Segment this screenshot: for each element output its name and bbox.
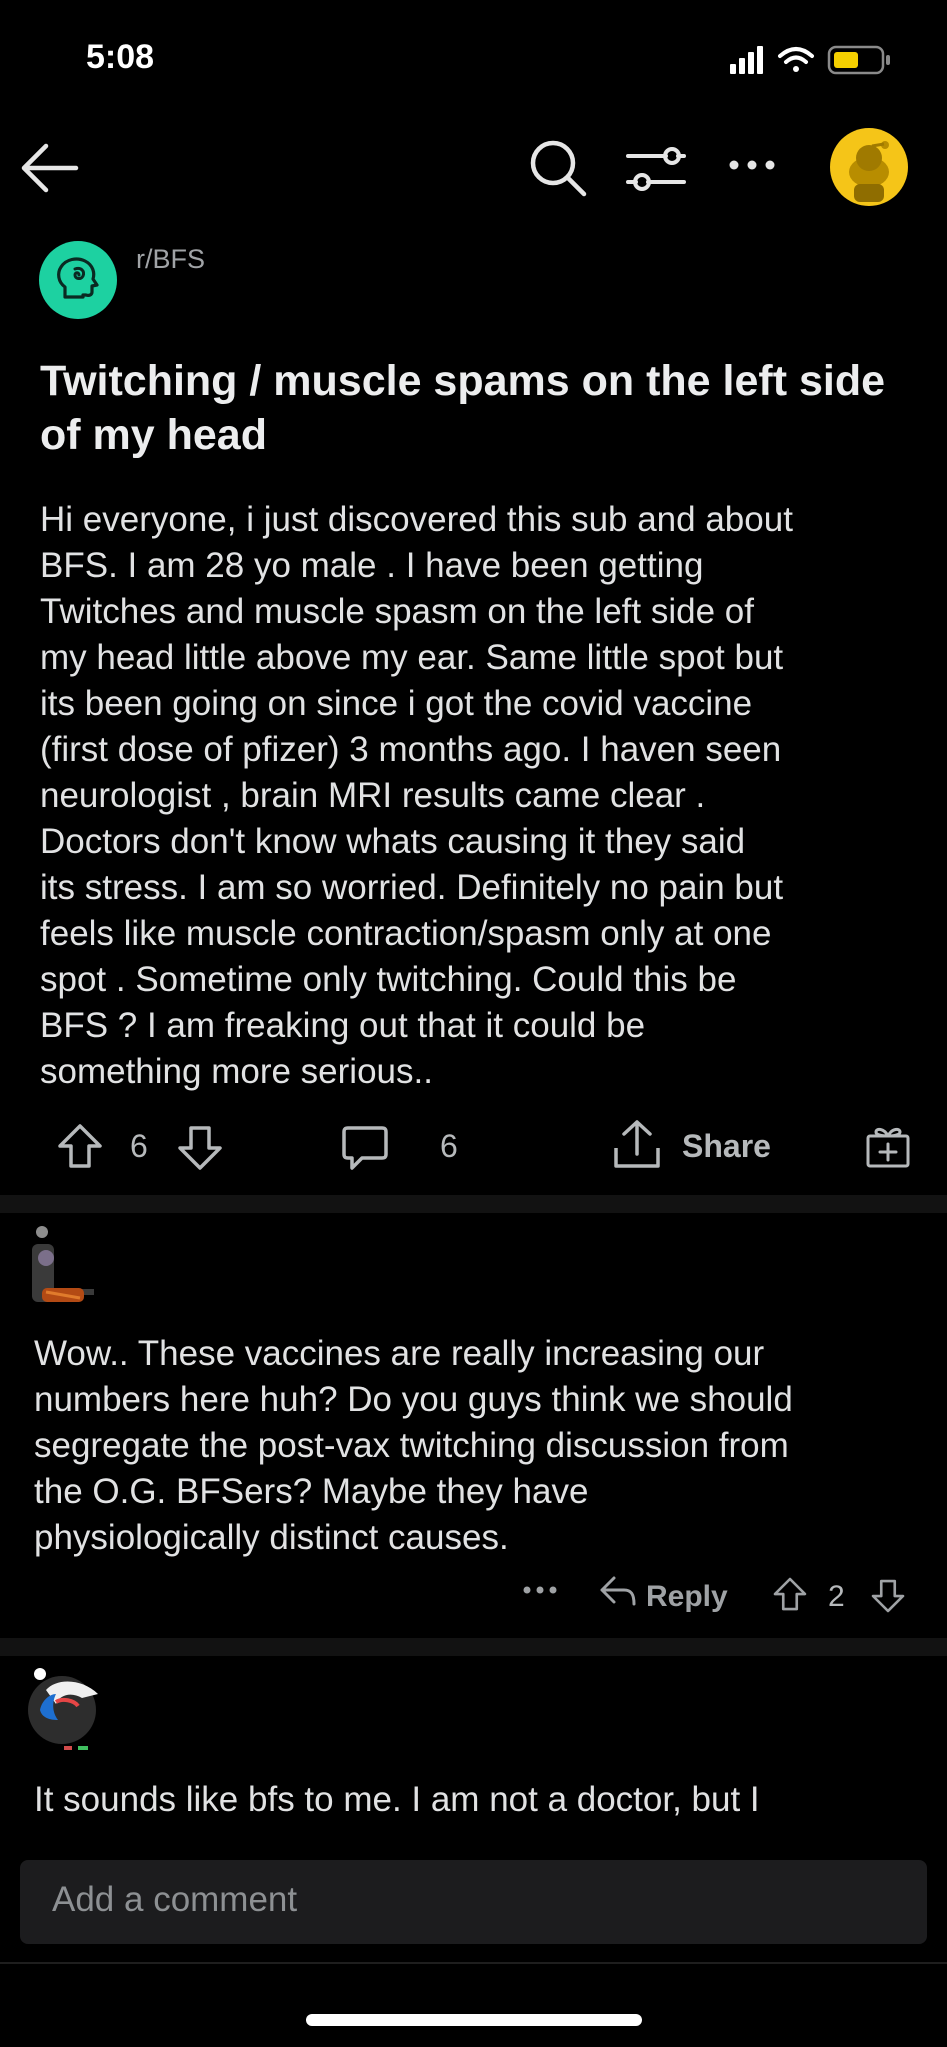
downvote-arrow-icon <box>178 1126 222 1170</box>
signal-icon <box>730 46 763 74</box>
commenter-avatar[interactable] <box>26 1664 106 1756</box>
user-avatar-icon <box>28 1668 98 1750</box>
search-button[interactable] <box>526 136 590 200</box>
reply-label[interactable]: Reply <box>646 1580 728 1614</box>
composer-divider <box>0 1962 947 1964</box>
user-avatar[interactable] <box>830 128 908 206</box>
comment-more-button[interactable] <box>522 1584 558 1596</box>
wifi-icon <box>778 47 814 72</box>
snoo-avatar-icon <box>849 141 889 202</box>
post-title: Twitching / muscle spams on the left sid… <box>40 357 886 459</box>
comment-downvote-button[interactable] <box>870 1578 906 1614</box>
sliders-icon <box>626 147 686 191</box>
back-button[interactable] <box>18 138 80 198</box>
subreddit-icon[interactable] <box>39 241 117 319</box>
search-icon <box>530 140 587 197</box>
comments-button[interactable] <box>340 1124 390 1172</box>
downvote-arrow-icon <box>871 1579 905 1613</box>
share-button[interactable] <box>612 1118 662 1172</box>
downvote-button[interactable] <box>176 1124 224 1172</box>
head-profile-icon <box>57 257 99 299</box>
comment-bubble-icon <box>342 1126 388 1170</box>
upvote-arrow-icon <box>58 1124 102 1168</box>
post-vote-count: 6 <box>130 1128 148 1164</box>
comment-body: It sounds like bfs to me. I am not a doc… <box>34 1780 760 1819</box>
more-options-button[interactable] <box>726 150 782 180</box>
user-avatar-icon <box>32 1226 94 1302</box>
upvote-arrow-icon <box>773 1577 807 1611</box>
arrow-left-icon <box>21 143 79 193</box>
add-comment-placeholder: Add a comment <box>52 1880 298 1919</box>
comment-upvote-button[interactable] <box>772 1576 808 1612</box>
status-time: 5:08 <box>86 38 155 76</box>
section-divider <box>0 1638 947 1656</box>
status-indicators <box>730 44 900 76</box>
share-label[interactable]: Share <box>682 1128 771 1165</box>
sort-filter-button[interactable] <box>624 140 688 198</box>
award-button[interactable] <box>864 1122 912 1170</box>
gift-icon <box>866 1127 910 1168</box>
comment-count: 6 <box>440 1128 458 1164</box>
commenter-avatar[interactable] <box>28 1222 102 1312</box>
share-icon <box>614 1120 660 1168</box>
comment-vote-count: 2 <box>828 1580 845 1613</box>
reply-arrow-icon <box>600 1576 636 1606</box>
more-horizontal-icon <box>729 160 775 170</box>
home-indicator[interactable] <box>306 2014 642 2026</box>
reply-button[interactable] <box>598 1574 638 1608</box>
upvote-button[interactable] <box>56 1122 104 1170</box>
comment-body: Wow.. These vaccines are really increasi… <box>34 1334 793 1557</box>
post-body: Hi everyone, i just discovered this sub … <box>40 500 793 1091</box>
more-horizontal-icon <box>523 1586 557 1594</box>
section-divider <box>0 1195 947 1213</box>
subreddit-name[interactable]: r/BFS <box>136 244 205 275</box>
battery-icon <box>827 45 890 75</box>
